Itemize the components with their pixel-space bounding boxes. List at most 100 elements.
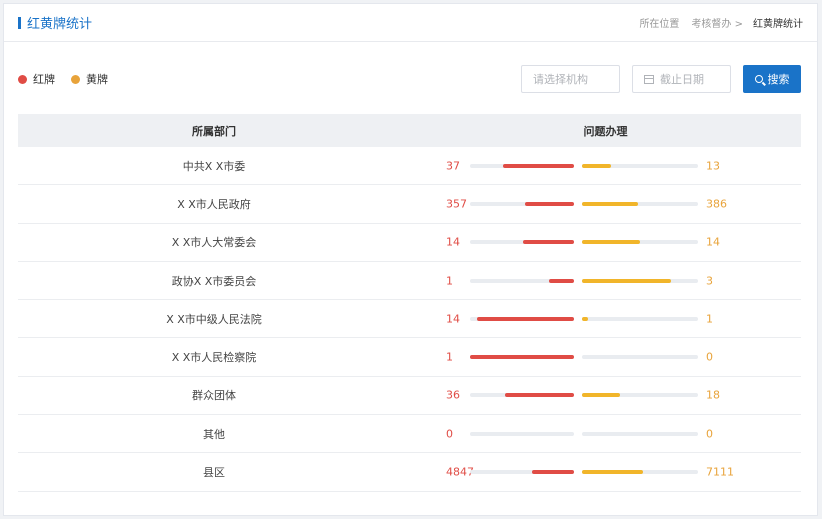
red-bar-track [470, 470, 574, 475]
breadcrumb-location: 所在位置 [639, 19, 680, 30]
dept-name: 中共X X市委 [182, 159, 246, 173]
yellow-bar-track [582, 355, 698, 360]
table-row: X X市人民检察院 1 0 [18, 338, 801, 377]
red-dot-icon [18, 74, 27, 84]
yellow-count: 1 [706, 312, 713, 326]
stats-table: 所属部门 问题办理 中共X X市委 37 13 X X市人民政府 357 386 X X市人… [18, 114, 801, 492]
yellow-bar-track [582, 163, 698, 168]
red-bar-track [470, 201, 574, 206]
yellow-count: 7111 [706, 465, 734, 479]
yellow-bar-fill [582, 163, 611, 168]
red-bar-track [470, 431, 574, 436]
red-bar-fill [549, 278, 574, 283]
yellow-bar-fill [582, 240, 640, 245]
column-header-dept: 所属部门 [192, 124, 236, 138]
red-bar-fill [525, 201, 574, 206]
red-count: 14 [446, 235, 460, 249]
red-yellow-card-panel: 红黄牌统计 所在位置 考核督办 > 红黄牌统计 红牌 黄牌 请选择机构 截止日期 [3, 3, 818, 516]
red-bar-track [470, 163, 574, 168]
table-body: 中共X X市委 37 13 X X市人民政府 357 386 X X市人大常委会 14 14 政协… [18, 147, 801, 492]
red-count: 0 [446, 427, 453, 441]
yellow-count: 13 [706, 159, 720, 173]
yellow-bar-track [582, 240, 698, 245]
yellow-bar-fill [582, 470, 644, 475]
table-row: 县区 4847 7111 [18, 453, 801, 492]
red-bar-fill [477, 316, 574, 321]
dept-name: X X市人民检察院 [171, 351, 257, 365]
table-row: 其他 0 0 [18, 415, 801, 454]
table-row: 政协X X市委员会 1 3 [18, 262, 801, 301]
date-picker-placeholder: 截止日期 [660, 73, 704, 86]
table-row: X X市人民政府 357 386 [18, 185, 801, 224]
table-row: 中共X X市委 37 13 [18, 147, 801, 186]
legend-red: 红牌 [18, 71, 55, 87]
yellow-bar-track [582, 278, 698, 283]
breadcrumb-current: 红黄牌统计 [753, 19, 803, 30]
issue-bars: 00 [410, 415, 801, 452]
red-bar-track [470, 393, 574, 398]
issue-bars: 13 [410, 262, 801, 299]
yellow-bar-track [582, 393, 698, 398]
red-bar-track [470, 316, 574, 321]
table-header: 所属部门 问题办理 [18, 114, 801, 147]
legend-yellow-label: 黄牌 [86, 73, 108, 86]
red-count: 14 [446, 312, 460, 326]
red-bar-track [470, 240, 574, 245]
issue-bars: 37 13 [410, 147, 801, 184]
legend: 红牌 黄牌 [18, 71, 124, 87]
dept-name: 群众团体 [192, 389, 236, 403]
breadcrumb-supervision[interactable]: 考核督办 > [691, 15, 743, 30]
dept-name: 其他 [203, 427, 225, 441]
page-title-text: 红黄牌统计 [27, 17, 93, 32]
date-picker[interactable]: 截止日期 [632, 65, 731, 93]
search-icon [754, 75, 763, 83]
page-title: 红黄牌统计 [18, 13, 92, 32]
red-bar-track [470, 355, 574, 360]
issue-bars: 14 1 [410, 300, 801, 337]
issue-bars: 10 [410, 338, 801, 375]
issue-bars: 14 14 [410, 224, 801, 261]
red-bar-track [470, 278, 574, 283]
yellow-bar-track [582, 201, 698, 206]
yellow-count: 18 [706, 388, 720, 402]
dept-name: 政协X X市委员会 [171, 274, 257, 288]
issue-bars: 357 386 [410, 185, 801, 222]
yellow-count: 0 [706, 427, 713, 441]
dept-name: X X市人民政府 [177, 197, 251, 211]
red-bar-fill [470, 355, 574, 360]
breadcrumb: 所在位置 考核督办 > 红黄牌统计 [627, 15, 803, 30]
yellow-bar-fill [582, 316, 588, 321]
red-count: 357 [446, 197, 467, 211]
yellow-bar-track [582, 431, 698, 436]
legend-yellow: 黄牌 [71, 71, 108, 87]
table-row: 群众团体 36 18 [18, 377, 801, 416]
yellow-bar-fill [582, 278, 672, 283]
issue-bars: 4847 7111 [410, 453, 801, 490]
search-button-label: 搜索 [767, 73, 790, 86]
column-header-issues: 问题办理 [583, 124, 628, 138]
org-select[interactable]: 请选择机构 [521, 65, 620, 93]
dept-name: X X市人大常委会 [171, 236, 257, 250]
red-bar-fill [503, 163, 574, 168]
yellow-bar-fill [582, 393, 621, 398]
legend-red-label: 红牌 [33, 73, 55, 86]
yellow-count: 14 [706, 235, 720, 249]
yellow-bar-track [582, 316, 698, 321]
yellow-count: 3 [706, 274, 713, 288]
title-accent-bar [18, 16, 21, 29]
yellow-count: 386 [706, 197, 727, 211]
red-count: 1 [446, 350, 453, 364]
org-select-placeholder: 请选择机构 [533, 73, 588, 86]
table-row: X X市人大常委会 14 14 [18, 224, 801, 262]
yellow-dot-icon [71, 74, 80, 84]
dept-name: X X市中级人民法院 [166, 312, 262, 326]
search-button[interactable]: 搜索 [743, 65, 801, 93]
red-count: 36 [446, 388, 460, 402]
red-count: 37 [446, 159, 460, 173]
dept-name: 县区 [203, 466, 225, 480]
yellow-bar-track [582, 470, 698, 475]
issue-bars: 36 18 [410, 377, 801, 414]
calendar-icon [644, 74, 654, 84]
toolbar: 红牌 黄牌 请选择机构 截止日期 搜索 [4, 42, 817, 108]
panel-header: 红黄牌统计 所在位置 考核督办 > 红黄牌统计 [4, 4, 817, 42]
